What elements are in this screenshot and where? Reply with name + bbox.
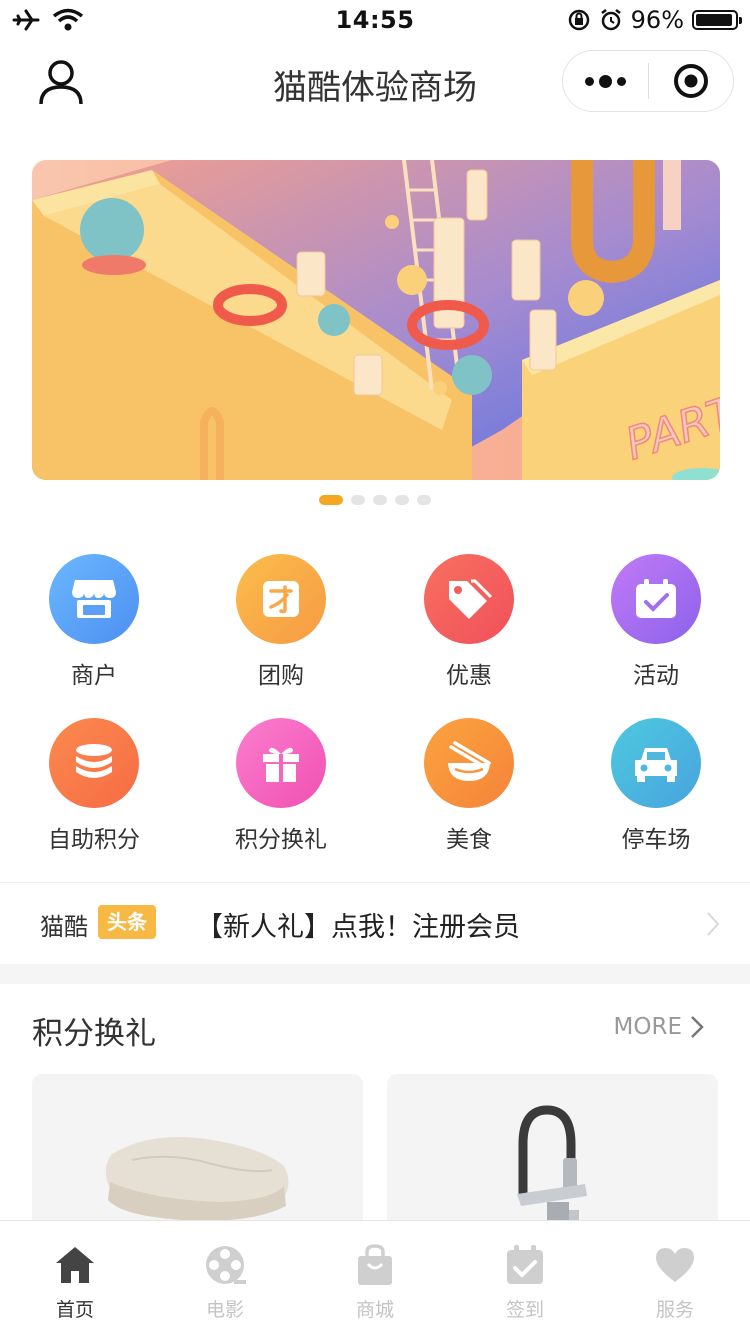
carousel-dot[interactable] [373, 495, 387, 505]
home-icon [56, 1247, 94, 1283]
tab-movies[interactable]: 电影 [150, 1221, 300, 1335]
notice-text[interactable]: 【新人礼】点我！注册会员 [196, 905, 520, 944]
car-icon [611, 718, 701, 808]
heart-icon [656, 1248, 694, 1282]
grid-item-self-points[interactable]: 自助积分 [19, 718, 169, 868]
status-right: 96% [567, 6, 742, 34]
gift-icon [236, 718, 326, 808]
grid-item-activities[interactable]: 活动 [581, 554, 731, 704]
tab-label: 电影 [205, 1299, 244, 1321]
grid-item-merchants[interactable]: 商户 [19, 554, 169, 704]
tab-label: 服务 [655, 1299, 694, 1321]
carousel-dot[interactable] [351, 495, 365, 505]
shopping-bag-icon [358, 1244, 392, 1285]
carousel-indicator [0, 495, 750, 507]
grid-label: 团购 [258, 663, 304, 689]
grid-label: 商户 [71, 663, 117, 689]
grid-label: 积分换礼 [235, 827, 327, 853]
tab-checkin[interactable]: 签到 [450, 1221, 600, 1335]
tag-icon [424, 554, 514, 644]
grid-label: 优惠 [446, 663, 492, 689]
check-in-icon [507, 1245, 543, 1284]
notice-badge: 头条 [98, 905, 156, 939]
tab-services[interactable]: 服务 [600, 1221, 750, 1335]
chevron-right-icon [707, 912, 720, 936]
grid-label: 停车场 [621, 827, 691, 853]
film-reel-icon [206, 1246, 246, 1284]
grid-label: 自助积分 [48, 827, 140, 853]
carousel-dot[interactable] [417, 495, 431, 505]
chevron-right-icon [691, 1016, 704, 1038]
section-divider [0, 964, 750, 984]
tab-label: 首页 [55, 1299, 94, 1321]
carousel-dot[interactable] [319, 495, 343, 505]
calendar-check-icon [611, 554, 701, 644]
grid-item-points-gift[interactable]: 积分换礼 [206, 718, 356, 868]
grid-item-group-buy[interactable]: 团购 [206, 554, 356, 704]
battery-percent: 96% [630, 6, 684, 34]
target-icon[interactable] [649, 51, 734, 111]
more-dots-icon[interactable] [563, 51, 648, 111]
store-icon [49, 554, 139, 644]
status-bar: 14:55 96% [0, 0, 750, 40]
more-link[interactable]: MORE [614, 1014, 704, 1040]
tab-label: 签到 [505, 1299, 544, 1321]
grid-item-food[interactable]: 美食 [394, 718, 544, 868]
carousel-dot[interactable] [395, 495, 409, 505]
bowl-chopsticks-icon [424, 718, 514, 808]
section-title: 积分换礼 [32, 1016, 156, 1052]
grid-label: 美食 [446, 827, 492, 853]
banner-carousel[interactable]: PART [32, 160, 720, 480]
tab-home[interactable]: 首页 [0, 1221, 150, 1335]
grid-item-parking[interactable]: 停车场 [581, 718, 731, 868]
rotation-lock-icon [568, 9, 589, 31]
nav-bar: 猫酷体验商场 [0, 40, 750, 126]
grid-label: 活动 [633, 663, 679, 689]
grid-item-discounts[interactable]: 优惠 [394, 554, 544, 704]
alarm-icon [600, 9, 621, 31]
coins-stack-icon [49, 718, 139, 808]
banner-illustration: PART [32, 160, 720, 480]
headline-notice[interactable]: 猫酷 头条 【新人礼】点我！注册会员 [0, 882, 750, 965]
tab-mall[interactable]: 商城 [300, 1221, 450, 1335]
mini-program-capsule [562, 50, 734, 112]
notice-brand: 猫酷 [40, 913, 88, 941]
more-label: MORE [613, 1014, 682, 1040]
group-buy-icon [236, 554, 326, 644]
battery-icon [692, 10, 742, 30]
tab-label: 商城 [355, 1299, 394, 1321]
tab-bar: 首页 电影 商城 签到 服务 [0, 1220, 750, 1335]
